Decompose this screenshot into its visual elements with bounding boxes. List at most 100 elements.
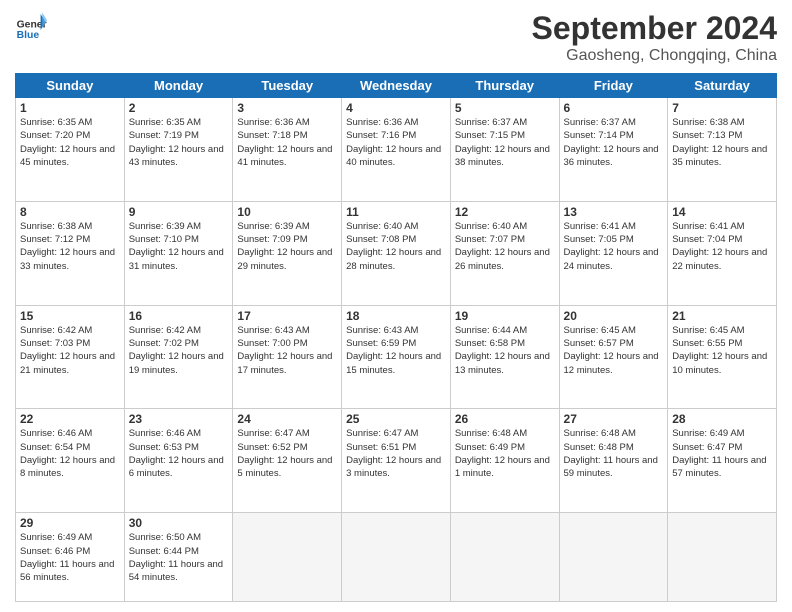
day-number: 3: [237, 101, 337, 115]
day-number: 5: [455, 101, 555, 115]
col-friday: Friday: [559, 74, 668, 98]
daylight-label: Daylight: 12 hours and 29 minutes.: [237, 247, 332, 271]
daylight-label: Daylight: 12 hours and 22 minutes.: [672, 247, 767, 271]
table-row: [559, 513, 668, 602]
table-row: 25 Sunrise: 6:47 AM Sunset: 6:51 PM Dayl…: [342, 409, 451, 513]
sunrise-label: Sunrise: 6:38 AM: [672, 117, 744, 128]
day-info: Sunrise: 6:40 AM Sunset: 7:08 PM Dayligh…: [346, 220, 446, 273]
sunrise-label: Sunrise: 6:45 AM: [672, 325, 744, 336]
daylight-label: Daylight: 12 hours and 12 minutes.: [564, 351, 659, 375]
calendar-week-row: 15 Sunrise: 6:42 AM Sunset: 7:03 PM Dayl…: [16, 305, 777, 409]
day-info: Sunrise: 6:45 AM Sunset: 6:55 PM Dayligh…: [672, 324, 772, 377]
table-row: 19 Sunrise: 6:44 AM Sunset: 6:58 PM Dayl…: [450, 305, 559, 409]
sunrise-label: Sunrise: 6:45 AM: [564, 325, 636, 336]
table-row: 18 Sunrise: 6:43 AM Sunset: 6:59 PM Dayl…: [342, 305, 451, 409]
sunset-label: Sunset: 6:46 PM: [20, 546, 90, 557]
table-row: 24 Sunrise: 6:47 AM Sunset: 6:52 PM Dayl…: [233, 409, 342, 513]
day-info: Sunrise: 6:48 AM Sunset: 6:49 PM Dayligh…: [455, 427, 555, 480]
table-row: 21 Sunrise: 6:45 AM Sunset: 6:55 PM Dayl…: [668, 305, 777, 409]
table-row: 17 Sunrise: 6:43 AM Sunset: 7:00 PM Dayl…: [233, 305, 342, 409]
table-row: 16 Sunrise: 6:42 AM Sunset: 7:02 PM Dayl…: [124, 305, 233, 409]
daylight-label: Daylight: 12 hours and 8 minutes.: [20, 455, 115, 479]
day-info: Sunrise: 6:44 AM Sunset: 6:58 PM Dayligh…: [455, 324, 555, 377]
sunset-label: Sunset: 7:02 PM: [129, 338, 199, 349]
sunset-label: Sunset: 6:51 PM: [346, 442, 416, 453]
sunrise-label: Sunrise: 6:43 AM: [237, 325, 309, 336]
daylight-label: Daylight: 12 hours and 21 minutes.: [20, 351, 115, 375]
day-number: 25: [346, 412, 446, 426]
title-section: September 2024 Gaosheng, Chongqing, Chin…: [532, 10, 777, 65]
daylight-label: Daylight: 12 hours and 19 minutes.: [129, 351, 224, 375]
sunset-label: Sunset: 7:19 PM: [129, 130, 199, 141]
day-number: 20: [564, 309, 664, 323]
daylight-label: Daylight: 12 hours and 6 minutes.: [129, 455, 224, 479]
table-row: 6 Sunrise: 6:37 AM Sunset: 7:14 PM Dayli…: [559, 98, 668, 202]
day-info: Sunrise: 6:48 AM Sunset: 6:48 PM Dayligh…: [564, 427, 664, 480]
sunset-label: Sunset: 7:03 PM: [20, 338, 90, 349]
day-number: 1: [20, 101, 120, 115]
day-number: 23: [129, 412, 229, 426]
sunset-label: Sunset: 7:12 PM: [20, 234, 90, 245]
sunrise-label: Sunrise: 6:48 AM: [564, 428, 636, 439]
daylight-label: Daylight: 12 hours and 24 minutes.: [564, 247, 659, 271]
sunset-label: Sunset: 7:18 PM: [237, 130, 307, 141]
table-row: 11 Sunrise: 6:40 AM Sunset: 7:08 PM Dayl…: [342, 201, 451, 305]
daylight-label: Daylight: 11 hours and 56 minutes.: [20, 559, 114, 583]
daylight-label: Daylight: 12 hours and 13 minutes.: [455, 351, 550, 375]
day-info: Sunrise: 6:50 AM Sunset: 6:44 PM Dayligh…: [129, 531, 229, 584]
daylight-label: Daylight: 12 hours and 40 minutes.: [346, 144, 441, 168]
day-info: Sunrise: 6:49 AM Sunset: 6:46 PM Dayligh…: [20, 531, 120, 584]
sunset-label: Sunset: 6:57 PM: [564, 338, 634, 349]
table-row: 15 Sunrise: 6:42 AM Sunset: 7:03 PM Dayl…: [16, 305, 125, 409]
day-number: 12: [455, 205, 555, 219]
daylight-label: Daylight: 12 hours and 10 minutes.: [672, 351, 767, 375]
sunrise-label: Sunrise: 6:35 AM: [129, 117, 201, 128]
day-info: Sunrise: 6:37 AM Sunset: 7:14 PM Dayligh…: [564, 116, 664, 169]
table-row: 12 Sunrise: 6:40 AM Sunset: 7:07 PM Dayl…: [450, 201, 559, 305]
sunset-label: Sunset: 7:05 PM: [564, 234, 634, 245]
sunrise-label: Sunrise: 6:39 AM: [129, 221, 201, 232]
logo: General Blue: [15, 10, 47, 42]
sunrise-label: Sunrise: 6:43 AM: [346, 325, 418, 336]
daylight-label: Daylight: 12 hours and 28 minutes.: [346, 247, 441, 271]
table-row: 7 Sunrise: 6:38 AM Sunset: 7:13 PM Dayli…: [668, 98, 777, 202]
day-info: Sunrise: 6:39 AM Sunset: 7:09 PM Dayligh…: [237, 220, 337, 273]
table-row: 2 Sunrise: 6:35 AM Sunset: 7:19 PM Dayli…: [124, 98, 233, 202]
table-row: 26 Sunrise: 6:48 AM Sunset: 6:49 PM Dayl…: [450, 409, 559, 513]
day-number: 13: [564, 205, 664, 219]
sunrise-label: Sunrise: 6:36 AM: [237, 117, 309, 128]
col-wednesday: Wednesday: [342, 74, 451, 98]
day-info: Sunrise: 6:37 AM Sunset: 7:15 PM Dayligh…: [455, 116, 555, 169]
sunrise-label: Sunrise: 6:47 AM: [346, 428, 418, 439]
daylight-label: Daylight: 12 hours and 36 minutes.: [564, 144, 659, 168]
sunrise-label: Sunrise: 6:47 AM: [237, 428, 309, 439]
day-number: 30: [129, 516, 229, 530]
table-row: 9 Sunrise: 6:39 AM Sunset: 7:10 PM Dayli…: [124, 201, 233, 305]
daylight-label: Daylight: 11 hours and 57 minutes.: [672, 455, 766, 479]
day-info: Sunrise: 6:41 AM Sunset: 7:04 PM Dayligh…: [672, 220, 772, 273]
sunset-label: Sunset: 6:54 PM: [20, 442, 90, 453]
sunset-label: Sunset: 7:14 PM: [564, 130, 634, 141]
sunset-label: Sunset: 7:10 PM: [129, 234, 199, 245]
day-number: 14: [672, 205, 772, 219]
sunrise-label: Sunrise: 6:50 AM: [129, 532, 201, 543]
day-info: Sunrise: 6:41 AM Sunset: 7:05 PM Dayligh…: [564, 220, 664, 273]
sunrise-label: Sunrise: 6:38 AM: [20, 221, 92, 232]
sunrise-label: Sunrise: 6:49 AM: [672, 428, 744, 439]
sunrise-label: Sunrise: 6:49 AM: [20, 532, 92, 543]
table-row: 20 Sunrise: 6:45 AM Sunset: 6:57 PM Dayl…: [559, 305, 668, 409]
day-number: 11: [346, 205, 446, 219]
day-info: Sunrise: 6:42 AM Sunset: 7:02 PM Dayligh…: [129, 324, 229, 377]
sunrise-label: Sunrise: 6:44 AM: [455, 325, 527, 336]
sunset-label: Sunset: 6:53 PM: [129, 442, 199, 453]
col-thursday: Thursday: [450, 74, 559, 98]
daylight-label: Daylight: 12 hours and 45 minutes.: [20, 144, 115, 168]
daylight-label: Daylight: 12 hours and 41 minutes.: [237, 144, 332, 168]
sunrise-label: Sunrise: 6:46 AM: [20, 428, 92, 439]
location: Gaosheng, Chongqing, China: [532, 47, 777, 65]
sunrise-label: Sunrise: 6:40 AM: [455, 221, 527, 232]
sunset-label: Sunset: 6:59 PM: [346, 338, 416, 349]
day-number: 29: [20, 516, 120, 530]
daylight-label: Daylight: 12 hours and 1 minute.: [455, 455, 550, 479]
col-monday: Monday: [124, 74, 233, 98]
